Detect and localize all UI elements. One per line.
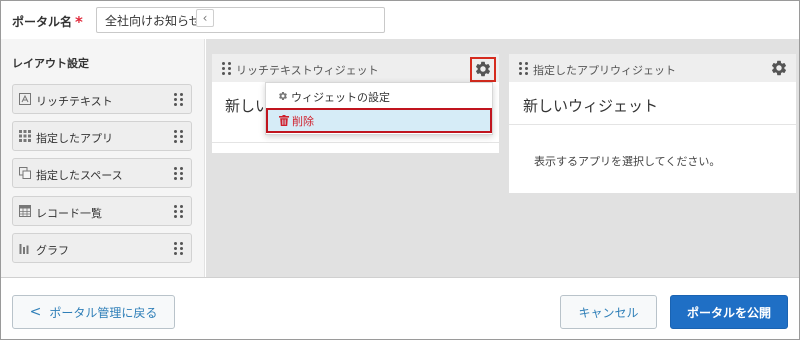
publish-portal-button[interactable]: ポータルを公開: [670, 295, 788, 329]
space-icon: [19, 167, 31, 179]
portal-header: ポータル名 *: [1, 1, 799, 39]
sidebar-item-space[interactable]: 指定したスペース: [12, 158, 192, 188]
menu-item-delete[interactable]: 削除: [266, 108, 492, 133]
sidebar-item-record-list[interactable]: レコード一覧: [12, 196, 192, 226]
collapse-sidebar-button[interactable]: ‹: [196, 9, 214, 27]
gear-icon: [279, 92, 287, 100]
back-button-label: ポータル管理に戻る: [49, 305, 158, 320]
drag-handle-icon[interactable]: [519, 62, 528, 75]
widget-header-title: 指定したアプリウィジェット: [533, 64, 676, 77]
back-to-portal-management-button[interactable]: < ポータル管理に戻る: [12, 295, 175, 329]
portal-name-label: ポータル名 *: [12, 12, 83, 31]
widget-header-title: リッチテキストウィジェット: [236, 64, 379, 77]
portal-name-input[interactable]: [96, 7, 385, 33]
footer-bar: < ポータル管理に戻る キャンセル ポータルを公開: [1, 277, 799, 339]
drag-handle-icon[interactable]: [174, 167, 183, 180]
chevron-left-icon: <: [29, 304, 42, 320]
sidebar-item-app[interactable]: 指定したアプリ: [12, 121, 192, 151]
drag-handle-icon[interactable]: [174, 205, 183, 218]
cancel-button[interactable]: キャンセル: [560, 295, 657, 329]
drag-handle-icon[interactable]: [222, 62, 231, 75]
sidebar-item-label: グラフ: [36, 244, 69, 257]
drag-handle-icon[interactable]: [174, 93, 183, 106]
sidebar-item-label: レコード一覧: [36, 207, 102, 220]
widget-menu-dropdown: ウィジェットの設定 削除: [265, 82, 493, 135]
sidebar-item-graph[interactable]: グラフ: [12, 233, 192, 263]
app-widget: 指定したアプリウィジェット 新しいウィジェット 表示するアプリを選択してください…: [509, 54, 796, 193]
drag-handle-icon[interactable]: [174, 242, 183, 255]
gear-icon[interactable]: [770, 59, 788, 77]
sidebar-item-label: リッチテキスト: [36, 95, 113, 108]
portal-editor: ポータル名* レイアウト設定 リッチテキスト 指定したアプリ: [0, 0, 800, 340]
trash-icon: [279, 115, 289, 126]
widget-header[interactable]: リッチテキストウィジェット: [212, 54, 499, 82]
sidebar-item-rich-text[interactable]: リッチテキスト: [12, 84, 192, 114]
required-mark: *: [75, 13, 83, 31]
widget-divider: [212, 142, 499, 143]
table-icon: [19, 205, 31, 217]
menu-item-widget-settings[interactable]: ウィジェットの設定: [266, 84, 492, 108]
widget-header[interactable]: 指定したアプリウィジェット: [509, 54, 796, 82]
widget-divider: [509, 124, 796, 125]
sidebar-item-label: 指定したスペース: [36, 169, 123, 182]
widget-placeholder-text: 表示するアプリを選択してください。: [534, 155, 721, 168]
layout-sidebar: レイアウト設定 リッチテキスト 指定したアプリ 指定したスペース レコード一覧 …: [1, 39, 205, 277]
sidebar-title: レイアウト設定: [12, 57, 89, 70]
gear-icon[interactable]: [474, 60, 492, 78]
portal-name-label-text: ポータル名: [12, 15, 73, 29]
menu-item-label: ウィジェットの設定: [291, 91, 390, 104]
app-grid-icon: [19, 130, 31, 142]
bar-graph-icon: [19, 244, 29, 254]
drag-handle-icon[interactable]: [174, 130, 183, 143]
rich-text-icon: [19, 93, 31, 105]
sidebar-item-label: 指定したアプリ: [36, 132, 113, 145]
widget-body-title: 新しいウィジェット: [523, 97, 659, 115]
layout-canvas: リッチテキストウィジェット 新しいウィジェット 指定したアプリウィジェット 新し…: [206, 39, 799, 277]
menu-item-label: 削除: [292, 115, 314, 128]
